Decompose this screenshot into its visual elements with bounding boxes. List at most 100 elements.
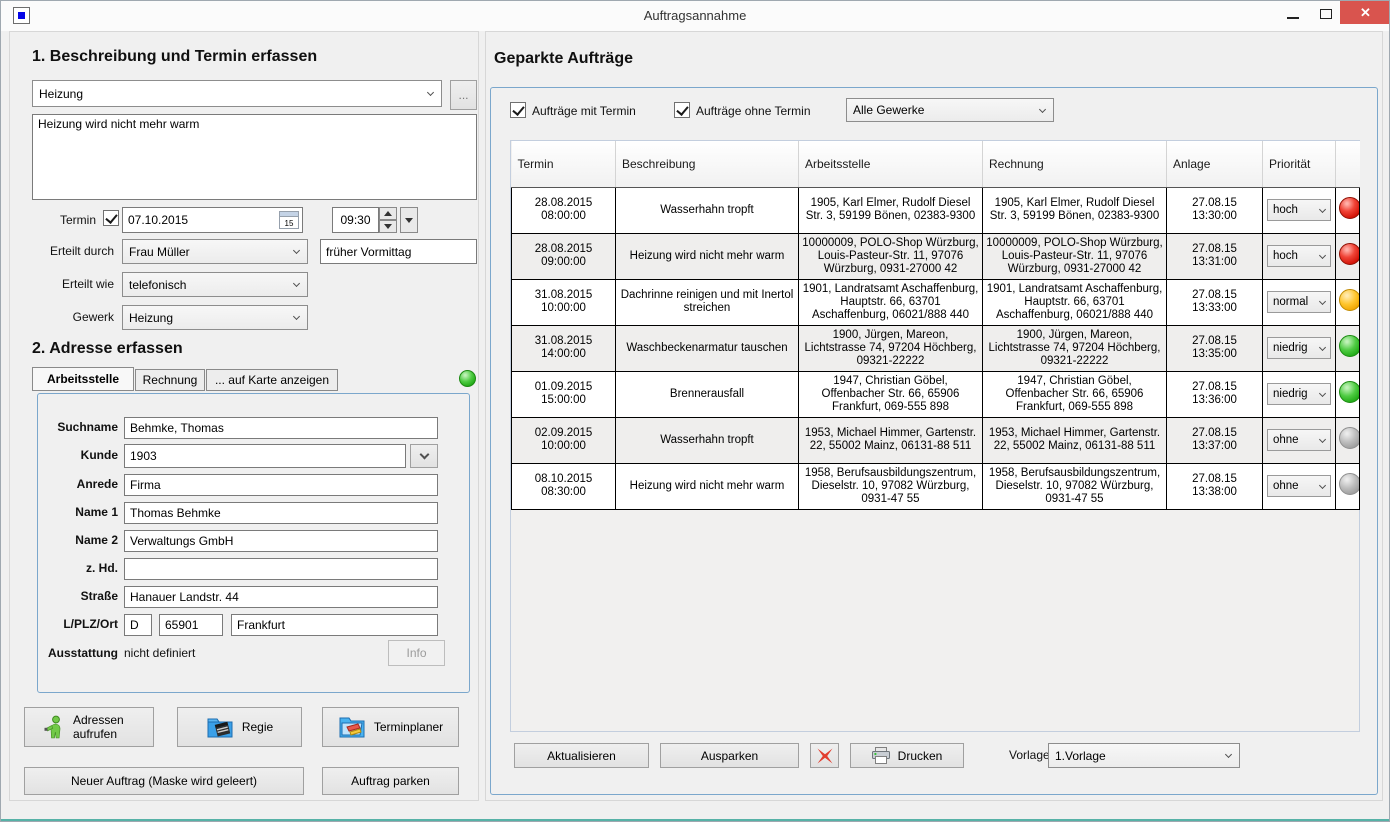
section2-title: 2. Adresse erfassen: [32, 340, 183, 358]
adressen-aufrufen-button[interactable]: Adressen aufrufen: [24, 707, 154, 747]
table-row[interactable]: 01.09.2015 15:00:00 Brennerausfall 1947,…: [512, 371, 1360, 417]
cell-anlage: 27.08.15 13:31:00: [1167, 233, 1263, 279]
cell-prioritaet: niedrig: [1263, 325, 1336, 371]
name1-input[interactable]: [124, 502, 438, 524]
kunde-dropdown-button[interactable]: [410, 444, 438, 468]
terminplaner-button[interactable]: Terminplaner: [322, 707, 459, 747]
cell-anlage: 27.08.15 13:38:00: [1167, 463, 1263, 509]
priority-combo[interactable]: normal: [1267, 291, 1331, 313]
gewerke-filter-combo[interactable]: Alle Gewerke: [846, 98, 1054, 122]
tab-karte-anzeigen[interactable]: ... auf Karte anzeigen: [206, 369, 338, 391]
drucken-button[interactable]: Drucken: [850, 743, 964, 768]
priority-combo[interactable]: niedrig: [1267, 337, 1331, 359]
plz-input[interactable]: [159, 614, 223, 636]
triangle-down-icon: [384, 224, 392, 229]
adressen-aufrufen-label: Adressen aufrufen: [73, 713, 135, 741]
col-arbeitsstelle[interactable]: Arbeitsstelle: [799, 141, 983, 187]
zhd-input[interactable]: [124, 558, 438, 580]
erteilt-wie-combo[interactable]: telefonisch: [122, 272, 308, 297]
cell-status: [1336, 463, 1360, 509]
aktualisieren-button[interactable]: Aktualisieren: [514, 743, 649, 768]
order-entry-panel: 1. Beschreibung und Termin erfassen Heiz…: [9, 31, 479, 801]
maximize-button[interactable]: [1311, 1, 1340, 27]
description-combo[interactable]: Heizung: [32, 80, 442, 107]
minimize-button[interactable]: [1277, 1, 1309, 27]
window-bottom-edge: [1, 819, 1389, 821]
kunde-input[interactable]: [124, 444, 406, 468]
col-rechnung[interactable]: Rechnung: [983, 141, 1167, 187]
cell-termin: 08.10.2015 08:30:00: [512, 463, 616, 509]
window-title: Auftragsannahme: [1, 8, 1389, 23]
person-icon: [43, 715, 65, 739]
auftraege-ohne-termin-checkbox[interactable]: [674, 102, 690, 118]
ort-input[interactable]: [231, 614, 438, 636]
chevron-down-icon: [293, 247, 300, 254]
regie-button[interactable]: Regie: [177, 707, 302, 747]
col-beschreibung[interactable]: Beschreibung: [616, 141, 799, 187]
priority-combo[interactable]: ohne: [1267, 429, 1331, 451]
table-row[interactable]: 08.10.2015 08:30:00 Heizung wird nicht m…: [512, 463, 1360, 509]
table-row[interactable]: 02.09.2015 10:00:00 Wasserhahn tropft 19…: [512, 417, 1360, 463]
termin-checkbox[interactable]: [103, 210, 119, 226]
termin-date-input[interactable]: [128, 213, 248, 227]
table-row[interactable]: 28.08.2015 08:00:00 Wasserhahn tropft 19…: [512, 187, 1360, 233]
table-row[interactable]: 28.08.2015 09:00:00 Heizung wird nicht m…: [512, 233, 1360, 279]
description-textarea[interactable]: Heizung wird nicht mehr warm: [32, 114, 477, 200]
gewerk-combo[interactable]: Heizung: [122, 305, 308, 330]
termin-time-input[interactable]: [332, 207, 379, 233]
cell-beschreibung: Waschbeckenarmatur tauschen: [616, 325, 799, 371]
strasse-input[interactable]: [124, 586, 438, 608]
auftraege-ohne-termin-label: Aufträge ohne Termin: [696, 104, 811, 118]
cell-rechnung: 1953, Michael Himmer, Gartenstr. 22, 550…: [983, 417, 1167, 463]
cell-termin: 28.08.2015 08:00:00: [512, 187, 616, 233]
tab-arbeitsstelle[interactable]: Arbeitsstelle: [32, 367, 134, 391]
col-status: [1336, 141, 1360, 187]
auftraege-mit-termin-checkbox[interactable]: [510, 102, 526, 118]
termin-note-input[interactable]: [320, 239, 477, 264]
vorlage-combo[interactable]: 1.Vorlage: [1048, 743, 1240, 768]
termin-date-field[interactable]: 15: [122, 207, 303, 233]
priority-combo[interactable]: hoch: [1267, 199, 1331, 221]
priority-combo[interactable]: niedrig: [1267, 383, 1331, 405]
tab-rechnung[interactable]: Rechnung: [135, 369, 205, 391]
erteilt-durch-combo[interactable]: Frau Müller: [122, 239, 308, 264]
cell-prioritaet: niedrig: [1263, 371, 1336, 417]
time-dropdown-button[interactable]: [400, 207, 418, 233]
calendar-icon[interactable]: 15: [279, 211, 299, 229]
priority-combo[interactable]: ohne: [1267, 475, 1331, 497]
status-dot: [1339, 197, 1360, 219]
cell-anlage: 27.08.15 13:33:00: [1167, 279, 1263, 325]
ausstattung-label: Ausstattung: [10, 646, 118, 660]
time-up-button[interactable]: [379, 207, 397, 220]
col-termin[interactable]: Termin: [512, 141, 616, 187]
delete-button[interactable]: [810, 743, 839, 768]
chevron-down-icon: [1319, 343, 1326, 350]
neuer-auftrag-button[interactable]: Neuer Auftrag (Maske wird geleert): [24, 767, 304, 795]
time-down-button[interactable]: [379, 220, 397, 233]
cell-rechnung: 1900, Jürgen, Mareon, Lichtstrasse 74, 9…: [983, 325, 1167, 371]
col-prioritaet[interactable]: Priorität: [1263, 141, 1336, 187]
land-input[interactable]: [124, 614, 152, 636]
chevron-down-icon: [1319, 435, 1326, 442]
cell-status: [1336, 187, 1360, 233]
col-anlage[interactable]: Anlage: [1167, 141, 1263, 187]
cell-beschreibung: Heizung wird nicht mehr warm: [616, 233, 799, 279]
anrede-input[interactable]: [124, 474, 438, 496]
suchname-input[interactable]: [124, 417, 438, 439]
priority-combo[interactable]: hoch: [1267, 245, 1331, 267]
chevron-down-icon: [1319, 481, 1326, 488]
table-row[interactable]: 31.08.2015 14:00:00 Waschbeckenarmatur t…: [512, 325, 1360, 371]
ausparken-button[interactable]: Ausparken: [660, 743, 799, 768]
cell-rechnung: 1947, Christian Göbel, Offenbacher Str. …: [983, 371, 1167, 417]
app-window: Auftragsannahme 1. Beschreibung und Term…: [0, 0, 1390, 822]
auftrag-parken-button[interactable]: Auftrag parken: [322, 767, 459, 795]
erteilt-wie-label: Erteilt wie: [10, 277, 114, 291]
more-button[interactable]: ...: [450, 80, 477, 110]
close-button[interactable]: [1340, 1, 1390, 24]
anrede-label: Anrede: [10, 477, 118, 491]
cell-rechnung: 1958, Berufsausbildungszentrum, Dieselst…: [983, 463, 1167, 509]
name2-input[interactable]: [124, 530, 438, 552]
triangle-up-icon: [384, 211, 392, 216]
info-button[interactable]: Info: [388, 640, 445, 666]
table-row[interactable]: 31.08.2015 10:00:00 Dachrinne reinigen u…: [512, 279, 1360, 325]
